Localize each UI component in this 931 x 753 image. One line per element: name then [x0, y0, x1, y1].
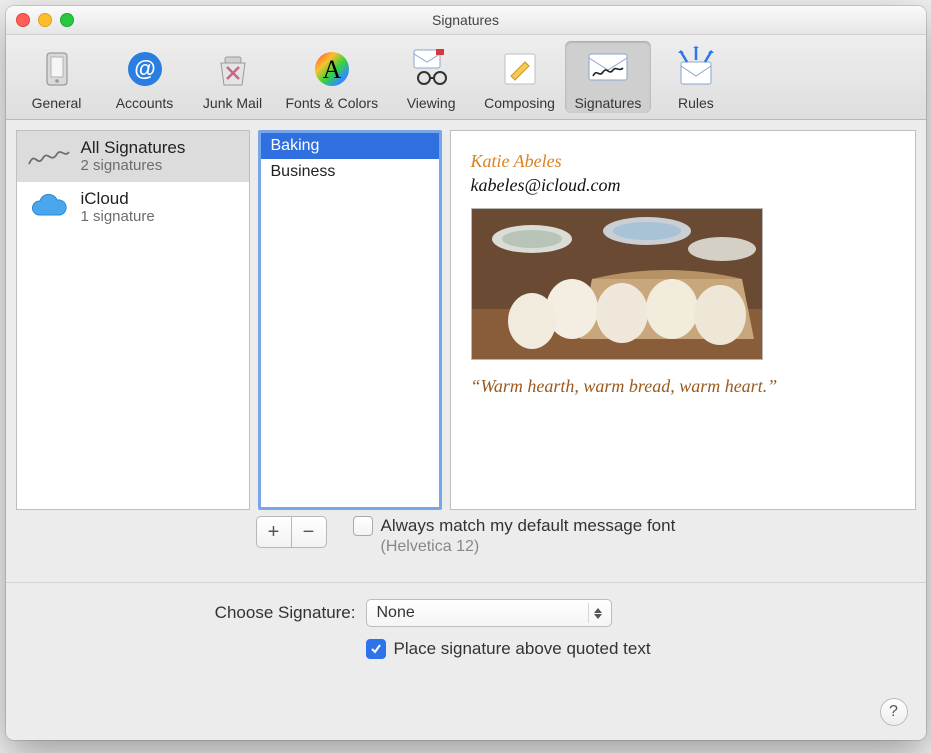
popup-arrows-icon [588, 603, 607, 623]
toolbar-label: Signatures [574, 95, 641, 111]
match-font-label: Always match my default message font [381, 516, 676, 536]
signatures-icon [584, 45, 632, 93]
toolbar-label: Rules [678, 95, 714, 111]
account-text: iCloud 1 signature [81, 190, 155, 225]
match-default-font-option: Always match my default message font (He… [353, 516, 916, 556]
accounts-column: All Signatures 2 signatures iCloud 1 sig… [16, 130, 250, 510]
help-button[interactable]: ? [880, 698, 908, 726]
fonts-colors-icon: A [308, 45, 356, 93]
match-font-detail: (Helvetica 12) [381, 538, 916, 556]
match-font-checkbox[interactable] [353, 516, 373, 536]
account-text: All Signatures 2 signatures [81, 139, 186, 174]
signature-item-baking[interactable]: Baking [261, 133, 439, 159]
account-title: All Signatures [81, 139, 186, 158]
toolbar-label: Accounts [116, 95, 174, 111]
minimize-window-button[interactable] [38, 13, 52, 27]
place-above-checkbox[interactable] [366, 639, 386, 659]
toolbar-label: Viewing [407, 95, 456, 111]
content-area: All Signatures 2 signatures iCloud 1 sig… [6, 120, 926, 740]
signatures-list[interactable]: Baking Business [258, 130, 442, 510]
rules-icon [672, 45, 720, 93]
preview-quote: “Warm hearth, warm bread, warm heart.” [471, 374, 895, 398]
toolbar-label: Junk Mail [203, 95, 262, 111]
composing-icon [496, 45, 544, 93]
titlebar: Signatures [6, 6, 926, 35]
toolbar-item-rules[interactable]: Rules [653, 41, 739, 113]
accounts-icon: @ [121, 45, 169, 93]
accounts-item-all-signatures[interactable]: All Signatures 2 signatures [17, 131, 249, 182]
signature-item-business[interactable]: Business [261, 159, 439, 185]
toolbar-item-signatures[interactable]: Signatures [565, 41, 651, 113]
toolbar-label: Composing [484, 95, 555, 111]
window-controls [6, 13, 74, 27]
under-columns-row: + − Always match my default message font… [16, 516, 916, 556]
accounts-item-icloud[interactable]: iCloud 1 signature [17, 182, 249, 233]
choose-signature-popup[interactable]: None [366, 599, 612, 627]
divider [6, 582, 926, 583]
place-above-row: Place signature above quoted text [366, 639, 916, 659]
add-signature-button[interactable]: + [256, 516, 292, 548]
toolbar-item-fonts-colors[interactable]: A Fonts & Colors [278, 41, 387, 113]
viewing-icon [407, 45, 455, 93]
toolbar-item-junk-mail[interactable]: Junk Mail [190, 41, 276, 113]
svg-text:A: A [322, 55, 341, 84]
choose-signature-label: Choose Signature: [156, 603, 356, 623]
window-title: Signatures [6, 12, 926, 28]
svg-text:@: @ [134, 56, 155, 81]
junk-mail-icon [209, 45, 257, 93]
toolbar-item-composing[interactable]: Composing [476, 41, 563, 113]
preferences-toolbar: General @ Accounts Junk Mail [6, 35, 926, 120]
toolbar-label: General [32, 95, 82, 111]
toolbar-item-viewing[interactable]: Viewing [388, 41, 474, 113]
account-subtitle: 2 signatures [81, 158, 186, 175]
preview-image [471, 208, 763, 360]
signature-scribble-icon [27, 140, 71, 174]
add-remove-buttons: + − [256, 516, 327, 548]
toolbar-label: Fonts & Colors [286, 95, 379, 111]
account-subtitle: 1 signature [81, 209, 155, 226]
zoom-window-button[interactable] [60, 13, 74, 27]
preview-display-name: Katie Abeles [471, 149, 895, 173]
icloud-icon [27, 191, 71, 225]
preview-email: kabeles@icloud.com [471, 173, 895, 197]
general-icon [33, 45, 81, 93]
close-window-button[interactable] [16, 13, 30, 27]
toolbar-item-accounts[interactable]: @ Accounts [102, 41, 188, 113]
help-glyph: ? [889, 703, 898, 721]
three-column-area: All Signatures 2 signatures iCloud 1 sig… [16, 130, 916, 510]
place-above-label: Place signature above quoted text [394, 639, 651, 659]
choose-signature-value: None [377, 604, 415, 622]
toolbar-item-general[interactable]: General [14, 41, 100, 113]
account-title: iCloud [81, 190, 155, 209]
signature-preview[interactable]: Katie Abeles kabeles@icloud.com [450, 130, 916, 510]
choose-signature-row: Choose Signature: None [156, 599, 916, 627]
mail-preferences-window: Signatures General @ Accounts [6, 6, 926, 740]
remove-signature-button[interactable]: − [292, 516, 327, 548]
